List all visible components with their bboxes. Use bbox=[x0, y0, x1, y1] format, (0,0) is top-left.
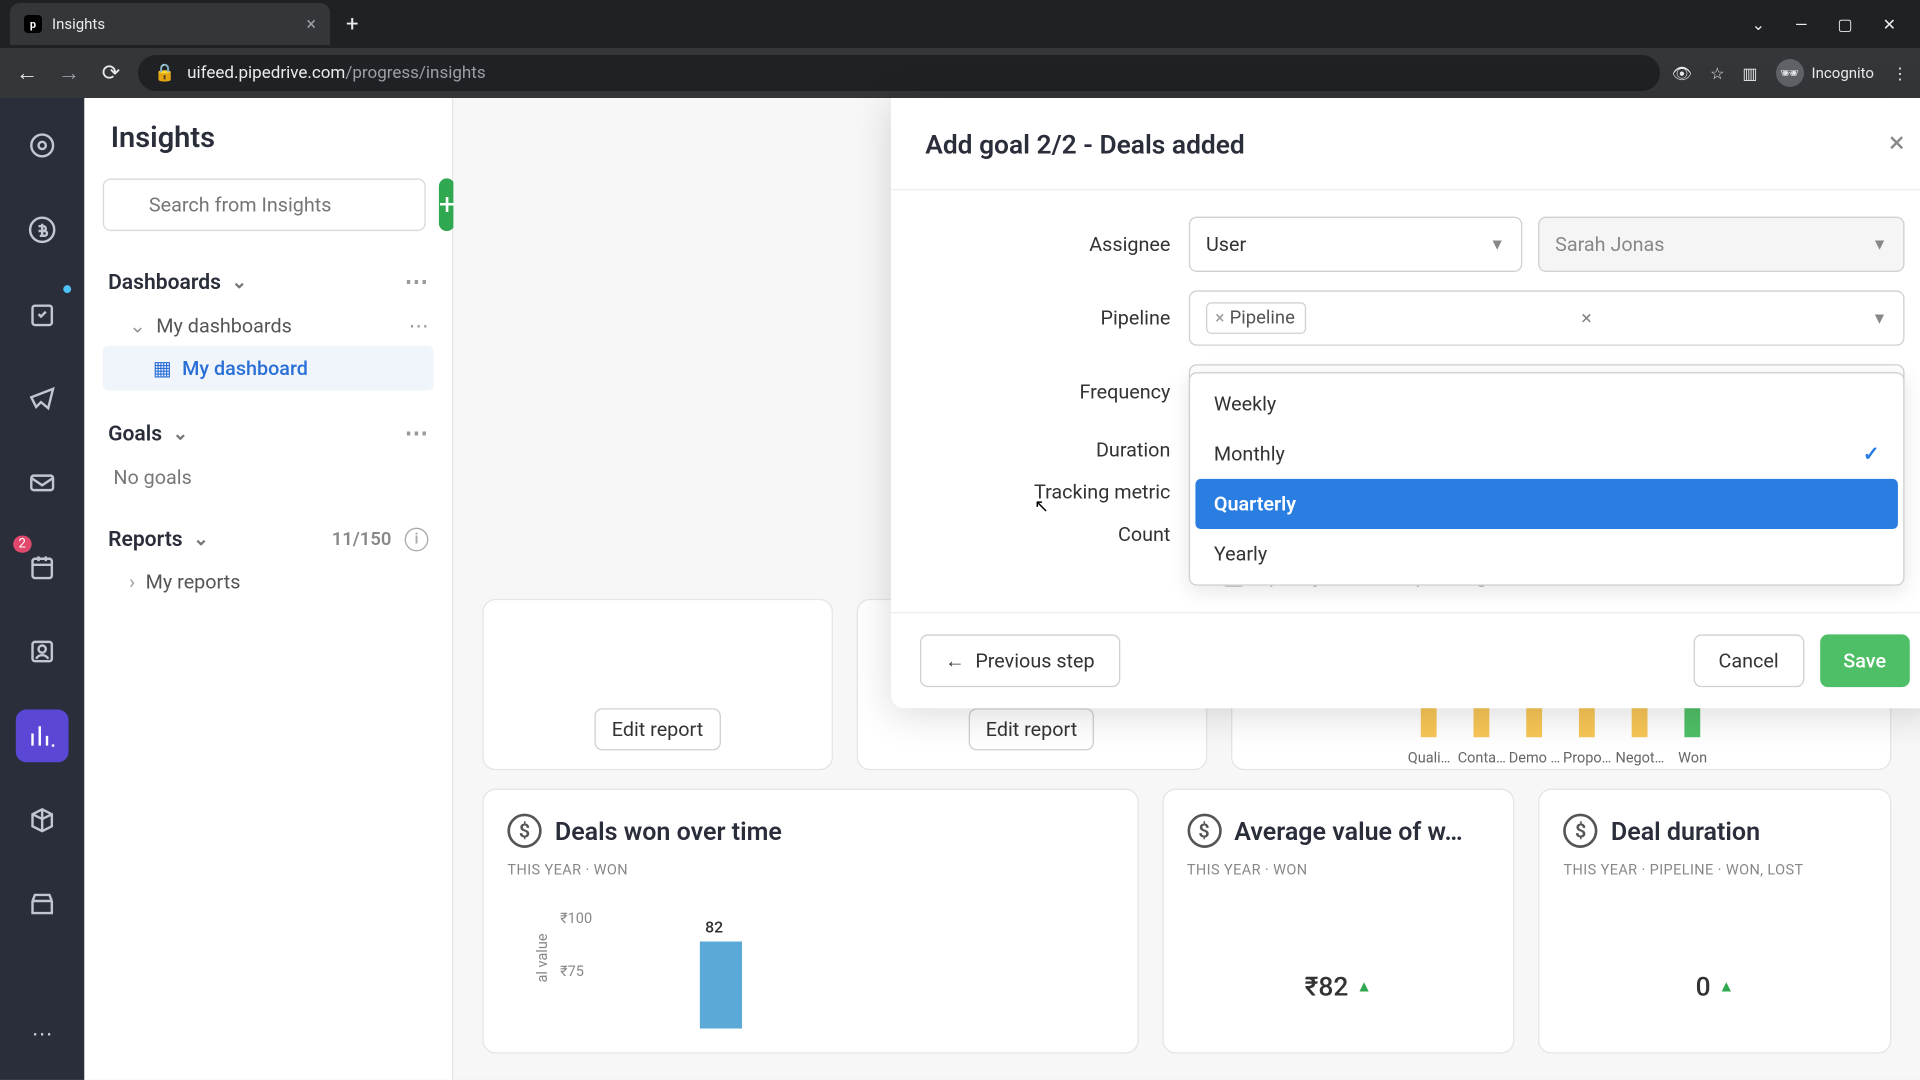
dashboards-header[interactable]: Dashboards ⌄ ⋯ bbox=[103, 257, 434, 306]
edit-report-button[interactable]: Edit report bbox=[969, 708, 1095, 750]
dollar-icon: $ bbox=[1187, 814, 1221, 848]
left-rail: 2 ⋯ bbox=[0, 98, 84, 1080]
rail-home[interactable] bbox=[16, 119, 69, 172]
duration-label: Duration bbox=[925, 438, 1170, 462]
url-host: uifeed.pipedrive.com bbox=[187, 63, 345, 83]
pipeline-label: Pipeline bbox=[925, 306, 1170, 330]
back-button[interactable]: ← bbox=[12, 60, 42, 86]
close-window-icon[interactable]: ✕ bbox=[1883, 15, 1896, 34]
browser-nav-bar: ← → ⟳ 🔒 uifeed.pipedrive.com/progress/in… bbox=[0, 48, 1920, 98]
url-path: /progress/insights bbox=[345, 63, 485, 83]
chevron-down-icon: ▼ bbox=[1872, 309, 1888, 327]
profile-badge[interactable]: 🕶 Incognito bbox=[1776, 59, 1874, 87]
reports-header[interactable]: Reports ⌄ 11/150 i bbox=[103, 516, 434, 562]
chevron-down-icon: ⌄ bbox=[232, 271, 247, 292]
rail-calendar[interactable]: 2 bbox=[16, 541, 69, 594]
chevron-down-icon: ⌄ bbox=[193, 528, 208, 549]
rail-badge: 2 bbox=[13, 536, 31, 553]
rail-insights[interactable] bbox=[16, 710, 69, 763]
insights-sidebar: Insights 🔍 + Dashboards ⌄ ⋯ ⌄ My dashboa… bbox=[84, 98, 453, 1080]
option-monthly[interactable]: Monthly bbox=[1195, 429, 1897, 479]
rail-more[interactable]: ⋯ bbox=[16, 1006, 69, 1059]
address-bar[interactable]: 🔒 uifeed.pipedrive.com/progress/insights bbox=[138, 55, 1660, 91]
rail-campaigns[interactable] bbox=[16, 372, 69, 425]
rail-mail[interactable] bbox=[16, 456, 69, 509]
previous-step-button[interactable]: ←Previous step bbox=[920, 634, 1120, 687]
more-icon[interactable]: ⋯ bbox=[405, 268, 429, 296]
option-weekly[interactable]: Weekly bbox=[1195, 379, 1897, 429]
avg-value-card: $Average value of w… THIS YEAR · WON ₹82… bbox=[1162, 789, 1515, 1054]
reports-count: 11/150 bbox=[332, 528, 397, 549]
rail-products[interactable] bbox=[16, 794, 69, 847]
incognito-icon: 🕶 bbox=[1776, 59, 1804, 87]
arrow-left-icon: ← bbox=[945, 649, 965, 673]
chevron-down-icon: ⌄ bbox=[129, 314, 146, 338]
panel-icon[interactable]: ▥ bbox=[1742, 64, 1757, 83]
bookmark-star-icon[interactable]: ☆ bbox=[1710, 64, 1724, 83]
chevron-right-icon: › bbox=[129, 570, 135, 594]
rail-deals[interactable] bbox=[16, 203, 69, 256]
dollar-icon: $ bbox=[1563, 814, 1597, 848]
minimize-icon[interactable]: ― bbox=[1795, 15, 1808, 34]
incognito-eye-icon[interactable]: 👁 bbox=[1672, 64, 1692, 83]
new-tab-button[interactable]: + bbox=[346, 12, 358, 37]
reload-button[interactable]: ⟳ bbox=[96, 61, 126, 86]
forward-button: → bbox=[54, 60, 84, 86]
deals-won-card: $Deals won over time THIS YEAR · WON ₹10… bbox=[482, 789, 1138, 1054]
site-info-icon[interactable]: 🔒 bbox=[154, 63, 175, 83]
maximize-icon[interactable]: ▢ bbox=[1837, 15, 1852, 34]
info-icon[interactable]: i bbox=[405, 527, 429, 551]
clear-icon[interactable]: × bbox=[1581, 306, 1592, 330]
frequency-dropdown: Weekly Monthly Quarterly Yearly bbox=[1189, 372, 1905, 586]
browser-menu-icon[interactable]: ⋮ bbox=[1892, 64, 1908, 83]
browser-tab-strip: p Insights × + ⌄ ― ▢ ✕ bbox=[0, 0, 1920, 48]
my-dashboards-item[interactable]: ⌄ My dashboards ⋯ bbox=[103, 306, 434, 346]
chevron-down-icon: ▼ bbox=[1489, 235, 1505, 253]
count-label: Count bbox=[925, 522, 1170, 546]
modal-title: Add goal 2/2 - Deals added bbox=[925, 128, 1245, 160]
close-icon[interactable]: × bbox=[1889, 127, 1904, 160]
tab-favicon: p bbox=[24, 15, 42, 33]
rail-marketplace[interactable] bbox=[16, 878, 69, 931]
bar-chart: ₹100 ₹75 al value 82 bbox=[507, 910, 1113, 1029]
no-goals-text: No goals bbox=[103, 458, 434, 498]
frequency-label: Frequency bbox=[925, 380, 1170, 404]
add-goal-modal: Add goal 2/2 - Deals added × Assignee Us… bbox=[891, 98, 1920, 708]
browser-tab[interactable]: p Insights × bbox=[10, 3, 330, 45]
main-content: 👥Share Export⌄ ⋯ 👥⁺ 💡 ? SJ Edit report E… bbox=[453, 98, 1920, 1080]
goals-header[interactable]: Goals ⌄ ⋯ bbox=[103, 409, 434, 458]
tab-search-icon[interactable]: ⌄ bbox=[1752, 15, 1765, 34]
more-icon[interactable]: ⋯ bbox=[409, 314, 429, 338]
chevron-down-icon: ⌄ bbox=[173, 423, 188, 444]
dollar-icon: $ bbox=[507, 814, 541, 848]
option-quarterly[interactable]: Quarterly bbox=[1195, 479, 1897, 529]
search-input[interactable] bbox=[103, 178, 426, 231]
edit-report-button[interactable]: Edit report bbox=[595, 708, 721, 750]
my-dashboard-item[interactable]: ▦ My dashboard bbox=[103, 346, 434, 391]
page-title: Insights bbox=[103, 122, 434, 155]
up-caret-icon: ▲ bbox=[1718, 977, 1734, 995]
remove-chip-icon[interactable]: × bbox=[1215, 308, 1224, 328]
tab-close-icon[interactable]: × bbox=[306, 14, 316, 35]
pipeline-chip[interactable]: ×Pipeline bbox=[1206, 302, 1307, 334]
rail-activities[interactable] bbox=[16, 288, 69, 341]
assignee-type-select[interactable]: User▼ bbox=[1189, 217, 1522, 272]
cancel-button[interactable]: Cancel bbox=[1693, 634, 1803, 687]
save-button[interactable]: Save bbox=[1820, 634, 1910, 687]
window-controls: ⌄ ― ▢ ✕ bbox=[1752, 15, 1920, 34]
dashboard-icon: ▦ bbox=[153, 356, 172, 380]
assignee-label: Assignee bbox=[925, 232, 1170, 256]
option-yearly[interactable]: Yearly bbox=[1195, 529, 1897, 579]
pipeline-select[interactable]: ×Pipeline × ▼ bbox=[1189, 290, 1905, 345]
assignee-user-select[interactable]: Sarah Jonas▼ bbox=[1538, 217, 1905, 272]
up-caret-icon: ▲ bbox=[1356, 977, 1372, 995]
my-reports-item[interactable]: › My reports bbox=[103, 562, 434, 602]
more-icon[interactable]: ⋯ bbox=[405, 420, 429, 448]
deal-duration-card: $Deal duration THIS YEAR · PIPELINE · WO… bbox=[1538, 789, 1891, 1054]
chevron-down-icon: ▼ bbox=[1872, 235, 1888, 253]
tab-title: Insights bbox=[52, 15, 105, 33]
tracking-label: Tracking metric bbox=[925, 480, 1170, 504]
rail-contacts[interactable] bbox=[16, 625, 69, 678]
